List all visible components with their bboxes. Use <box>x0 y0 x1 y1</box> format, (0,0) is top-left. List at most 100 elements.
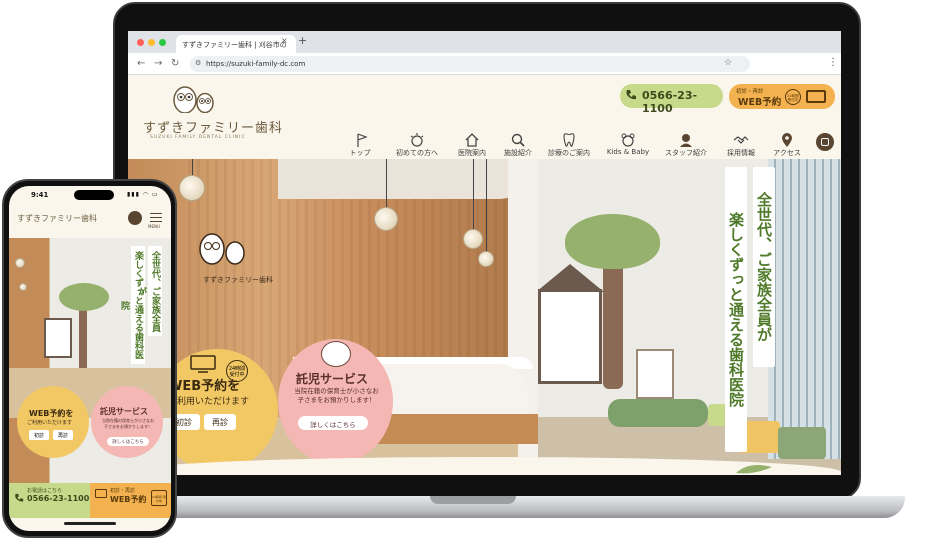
nav-label: 医院案内 <box>458 149 486 157</box>
lamp-wire <box>473 159 474 231</box>
browser-toolbar: ← → ↻ ⚙ https://suzuki-family-dc.com ☆ ⋮ <box>128 53 841 75</box>
dynamic-island <box>74 190 114 200</box>
calendar-icon <box>95 489 107 498</box>
tree-crown <box>565 214 660 269</box>
nav-item-staff[interactable]: スタッフ紹介 <box>656 148 716 158</box>
minimize-window-dot[interactable] <box>148 39 155 46</box>
phone-hero-image: 楽しくずっと通える歯科医院 全世代、ご家族全員が WEB予約を ご利用いただけま… <box>9 238 171 498</box>
nav-label: アクセス <box>773 149 801 157</box>
bear-icon <box>621 133 635 147</box>
star-icon[interactable]: ☆ <box>724 58 732 68</box>
address-bar[interactable]: ⚙ https://suzuki-family-dc.com <box>190 56 750 72</box>
24h-badge: 24時間 受付中 <box>151 490 167 506</box>
waiting-chair <box>778 427 826 459</box>
phone-childcare-title: 託児サービス <box>100 407 148 416</box>
monitor-icon <box>190 355 216 373</box>
nav-item-kids-baby[interactable]: Kids & Baby <box>598 148 658 156</box>
nav-item-treatment[interactable]: 診療のご案内 <box>539 148 599 158</box>
reload-icon[interactable]: ↻ <box>171 58 179 69</box>
leaf-icon <box>736 465 772 474</box>
phone-tel-number: 0566-23-1100 <box>27 494 90 503</box>
browser-tab[interactable]: すずきファミリー歯科 | 刈谷市の <box>176 35 296 53</box>
tooth-sun-icon <box>410 133 424 147</box>
tree-trunk <box>79 303 87 368</box>
home-indicator <box>64 522 116 525</box>
browser-tab-bar: すずきファミリー歯科 | 刈谷市の × + <box>128 31 841 53</box>
web-circle-sub: ご利用いただけます <box>168 397 250 407</box>
24h-badge: 24時間 受付中 <box>785 89 801 105</box>
nav-item-access[interactable]: アクセス <box>757 148 817 158</box>
flag-icon <box>357 133 368 147</box>
phone-catch-line-1: 全世代、ご家族全員が <box>136 246 162 336</box>
phone-childcare-details-button[interactable]: 詳しくはこちら <box>107 437 149 446</box>
phone-tel-label: お電話はこちら <box>27 488 63 494</box>
hero-catch-line-1: 全世代、ご家族全員が <box>753 167 775 367</box>
phone-status-time: 9:41 <box>31 191 49 199</box>
hero-catch-line-2: 楽しくずっと通える歯科医院 <box>725 167 747 452</box>
phone-web-sub: ご利用いただけます <box>27 420 73 426</box>
arrow-left-icon[interactable]: ← <box>137 58 145 69</box>
phone-number: 0566-23-1100 <box>642 89 698 115</box>
nav-item-top[interactable]: トップ <box>330 148 390 158</box>
nav-label: スタッフ紹介 <box>665 149 707 157</box>
pendant-lamp <box>463 229 483 249</box>
tooth-icon <box>563 133 575 147</box>
nav-label: 初めての方へ <box>396 149 438 157</box>
house-roof <box>536 264 604 292</box>
hero-owl-logo-icon <box>199 233 245 265</box>
phone-catch-line-2: 楽しくずっと通える歯科医院 <box>119 246 145 364</box>
site-logo-subtext: SUZUKI FAMILY DENTAL CLINIC <box>150 135 246 140</box>
web-reservation-button[interactable]: 初診・再診 WEB予約 24時間 受付中 <box>729 84 835 109</box>
site-header: すずきファミリー歯科 SUZUKI FAMILY DENTAL CLINIC 0… <box>128 75 841 158</box>
nav-label: Kids & Baby <box>606 148 650 156</box>
house-icon <box>465 133 479 147</box>
hamburger-menu-icon[interactable] <box>150 213 162 222</box>
staff-icon <box>680 134 692 147</box>
childcare-title: 託児サービス <box>296 372 369 386</box>
phone-childcare-sub: 当院在籍の保育士が小さなお子さまをお預かりします！ <box>102 418 154 429</box>
kebab-icon[interactable]: ⋮ <box>828 57 838 68</box>
instagram-icon[interactable] <box>816 133 834 151</box>
hero-window <box>768 159 841 459</box>
monitor-icon <box>806 90 826 103</box>
new-tab-icon[interactable]: + <box>298 34 307 47</box>
phone-icon <box>15 493 24 502</box>
phone-status-icons: ▮▮▮ ◠ ▭ <box>127 191 159 198</box>
phone-first-visit-button[interactable]: 初診 <box>29 430 49 440</box>
close-window-dot[interactable] <box>137 39 144 46</box>
phone-logo-text[interactable]: すずきファミリー歯科 <box>17 213 97 224</box>
nav-item-first-visit[interactable]: 初めての方へ <box>387 148 447 158</box>
tab-title: すずきファミリー歯科 | 刈谷市の <box>182 41 287 49</box>
childcare-sub: 当院在籍の保育士が小さなお子さまをお預かりします！ <box>294 387 379 404</box>
childcare-details-button[interactable]: 詳しくはこちら <box>298 416 368 430</box>
web-reservation-label: WEB予約 <box>738 97 782 108</box>
tree-crown <box>59 283 109 311</box>
phone-screen: 9:41 ▮▮▮ ◠ ▭ すずきファミリー歯科 MENU 楽しくずっと通える歯科… <box>9 186 171 531</box>
hero-image: すずきファミリー歯科 楽しくずっと通える歯科医院 全世代、ご家族全員が 24時間… <box>128 159 841 475</box>
house-window <box>44 318 72 358</box>
tab-close-icon[interactable]: × <box>281 36 288 45</box>
phone-web-title: WEB予約を <box>29 409 74 418</box>
lamp-wire <box>386 159 387 209</box>
map-pin-icon <box>782 133 792 147</box>
pendant-lamp <box>374 207 398 231</box>
magnifier-icon <box>511 133 525 147</box>
site-logo-text[interactable]: すずきファミリー歯科 <box>143 117 283 136</box>
site-settings-icon[interactable]: ⚙ <box>195 59 201 67</box>
handshake-icon <box>733 136 749 144</box>
arrow-right-icon[interactable]: → <box>154 58 162 69</box>
house-window <box>538 289 602 384</box>
instagram-icon[interactable] <box>128 211 142 225</box>
menu-label: MENU <box>148 224 160 229</box>
revisit-button[interactable]: 再診 <box>204 414 236 430</box>
owl-logo-icon[interactable] <box>170 83 218 113</box>
nav-label: 診療のご案内 <box>548 149 590 157</box>
hero-logo-text: すずきファミリー歯科 <box>203 276 273 284</box>
laptop-notch <box>430 496 516 504</box>
web-circle-title: WEB予約を <box>168 379 241 394</box>
pendant-lamp <box>19 283 27 291</box>
maximize-window-dot[interactable] <box>159 39 166 46</box>
pendant-lamp <box>478 251 494 267</box>
nav-label: 施設紹介 <box>504 149 532 157</box>
phone-revisit-button[interactable]: 再診 <box>53 430 73 440</box>
